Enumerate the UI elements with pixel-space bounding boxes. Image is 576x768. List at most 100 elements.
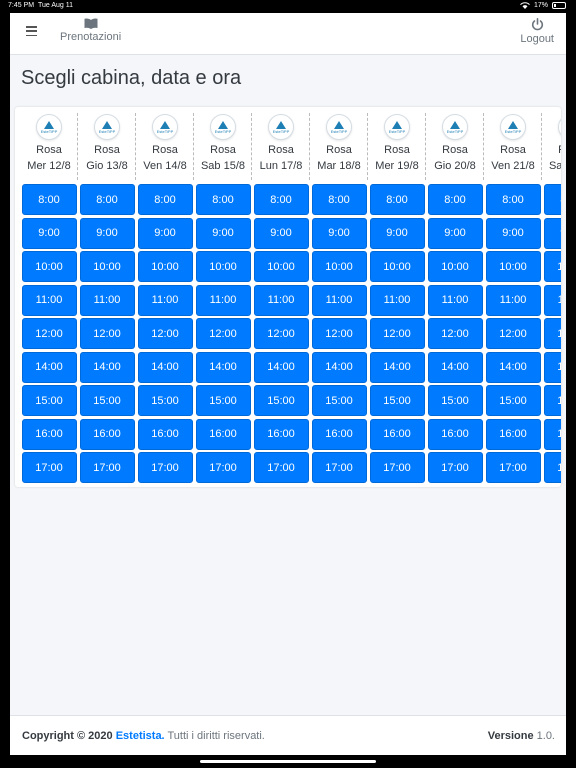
time-slot-button[interactable]: 17:00 <box>253 452 309 483</box>
time-slot-button[interactable]: 15:00 <box>485 385 541 416</box>
hamburger-icon[interactable] <box>26 26 37 36</box>
time-slot-button[interactable]: 10:00 <box>369 251 425 282</box>
time-slot-button[interactable]: 15:00 <box>79 385 135 416</box>
time-slot-button[interactable]: 8:00 <box>427 184 483 215</box>
time-slot-button[interactable]: 10:00 <box>195 251 251 282</box>
time-slot-button[interactable]: 9:00 <box>137 217 193 249</box>
time-slot-button[interactable]: 11:00 <box>369 284 425 316</box>
time-slot-button[interactable]: 15:00 <box>21 385 77 416</box>
time-slot-button[interactable]: 16:00 <box>79 418 135 450</box>
time-slot-button[interactable]: 16:00 <box>137 418 193 450</box>
time-slot-button[interactable]: 14:00 <box>79 351 135 383</box>
time-slot-button[interactable]: 16:00 <box>369 418 425 450</box>
time-slot-button[interactable]: 16:00 <box>253 418 309 450</box>
time-slot-button[interactable]: 9:00 <box>21 217 77 249</box>
time-slot-button[interactable]: 11:00 <box>427 284 483 316</box>
time-slot-button[interactable]: 11:00 <box>485 284 541 316</box>
time-slot-button[interactable]: 12:00 <box>137 318 193 349</box>
column-header: EsteTiPP Rosa Sab 15/8 <box>201 109 245 184</box>
time-slot-button[interactable]: 15:00 <box>369 385 425 416</box>
time-slot-button[interactable]: 12:00 <box>369 318 425 349</box>
time-slot-button[interactable]: 17:00 <box>79 452 135 483</box>
time-slot-button[interactable]: 8:00 <box>79 184 135 215</box>
time-slot-button[interactable]: 17:00 <box>543 452 561 483</box>
time-slot-button[interactable]: 11:00 <box>137 284 193 316</box>
time-slot-button[interactable]: 16:00 <box>485 418 541 450</box>
time-slot-button[interactable]: 17:00 <box>21 452 77 483</box>
time-slot-button[interactable]: 11:00 <box>253 284 309 316</box>
time-slot-button[interactable]: 11:00 <box>195 284 251 316</box>
time-slot-button[interactable]: 11:00 <box>79 284 135 316</box>
time-slot-button[interactable]: 17:00 <box>369 452 425 483</box>
time-slot-button[interactable]: 9:00 <box>253 217 309 249</box>
cabin-name: Rosa <box>210 144 236 156</box>
time-slot-button[interactable]: 12:00 <box>427 318 483 349</box>
time-slot-button[interactable]: 14:00 <box>427 351 483 383</box>
time-slot-button[interactable]: 8:00 <box>195 184 251 215</box>
time-slot-button[interactable]: 17:00 <box>137 452 193 483</box>
time-slot-button[interactable]: 12:00 <box>21 318 77 349</box>
time-slot-button[interactable]: 14:00 <box>485 351 541 383</box>
time-slot-button[interactable]: 8:00 <box>21 184 77 215</box>
time-slot-button[interactable]: 15:00 <box>311 385 367 416</box>
time-slot-button[interactable]: 14:00 <box>311 351 367 383</box>
time-slot-button[interactable]: 9:00 <box>311 217 367 249</box>
time-slot-button[interactable]: 15:00 <box>195 385 251 416</box>
time-slot-button[interactable]: 14:00 <box>543 351 561 383</box>
time-slot-button[interactable]: 8:00 <box>369 184 425 215</box>
time-slot-button[interactable]: 8:00 <box>137 184 193 215</box>
cabin-name: Rosa <box>326 144 352 156</box>
time-slot-button[interactable]: 10:00 <box>79 251 135 282</box>
time-slot-button[interactable]: 8:00 <box>311 184 367 215</box>
time-slot-button[interactable]: 9:00 <box>195 217 251 249</box>
time-slot-button[interactable]: 9:00 <box>485 217 541 249</box>
time-slot-button[interactable]: 8:00 <box>253 184 309 215</box>
time-slot-button[interactable]: 16:00 <box>311 418 367 450</box>
time-slot-button[interactable]: 10:00 <box>253 251 309 282</box>
time-slot-button[interactable]: 10:00 <box>427 251 483 282</box>
time-slot-button[interactable]: 10:00 <box>137 251 193 282</box>
time-slot-button[interactable]: 10:00 <box>311 251 367 282</box>
time-slot-button[interactable]: 11:00 <box>543 284 561 316</box>
time-slot-button[interactable]: 17:00 <box>195 452 251 483</box>
time-slot-button[interactable]: 14:00 <box>21 351 77 383</box>
time-slot-button[interactable]: 15:00 <box>543 385 561 416</box>
time-slot-button[interactable]: 15:00 <box>253 385 309 416</box>
time-slot-button[interactable]: 8:00 <box>543 184 561 215</box>
time-slot-button[interactable]: 12:00 <box>543 318 561 349</box>
time-slot-button[interactable]: 14:00 <box>195 351 251 383</box>
time-slot-button[interactable]: 12:00 <box>253 318 309 349</box>
time-slot-button[interactable]: 16:00 <box>543 418 561 450</box>
time-slot-button[interactable]: 10:00 <box>543 251 561 282</box>
time-slot-button[interactable]: 9:00 <box>543 217 561 249</box>
time-slot-button[interactable]: 16:00 <box>195 418 251 450</box>
time-slot-button[interactable]: 10:00 <box>485 251 541 282</box>
status-bar: 7:45 PM Tue Aug 11 17% <box>0 0 576 13</box>
time-slot-button[interactable]: 9:00 <box>427 217 483 249</box>
nav-logout[interactable]: Logout <box>520 18 554 45</box>
power-icon <box>531 18 543 31</box>
footer-brand-link[interactable]: Estetista. <box>116 730 165 742</box>
time-slot-button[interactable]: 16:00 <box>21 418 77 450</box>
time-slot-button[interactable]: 17:00 <box>427 452 483 483</box>
time-slot-button[interactable]: 17:00 <box>311 452 367 483</box>
time-slot-button[interactable]: 14:00 <box>137 351 193 383</box>
time-slot-button[interactable]: 17:00 <box>485 452 541 483</box>
schedule-scroll-area[interactable]: EsteTiPP Rosa Mer 12/8 8:00 9:00 10:00 11:00 12… <box>15 107 561 487</box>
time-slot-button[interactable]: 10:00 <box>21 251 77 282</box>
time-slot-button[interactable]: 14:00 <box>253 351 309 383</box>
time-slot-button[interactable]: 15:00 <box>137 385 193 416</box>
time-slot-button[interactable]: 8:00 <box>485 184 541 215</box>
nav-prenotazioni[interactable]: Prenotazioni <box>60 18 121 43</box>
time-slot-button[interactable]: 12:00 <box>79 318 135 349</box>
time-slot-button[interactable]: 11:00 <box>21 284 77 316</box>
time-slot-button[interactable]: 16:00 <box>427 418 483 450</box>
time-slot-button[interactable]: 9:00 <box>79 217 135 249</box>
time-slot-button[interactable]: 12:00 <box>485 318 541 349</box>
time-slot-button[interactable]: 14:00 <box>369 351 425 383</box>
time-slot-button[interactable]: 15:00 <box>427 385 483 416</box>
time-slot-button[interactable]: 12:00 <box>195 318 251 349</box>
time-slot-button[interactable]: 9:00 <box>369 217 425 249</box>
time-slot-button[interactable]: 12:00 <box>311 318 367 349</box>
time-slot-button[interactable]: 11:00 <box>311 284 367 316</box>
